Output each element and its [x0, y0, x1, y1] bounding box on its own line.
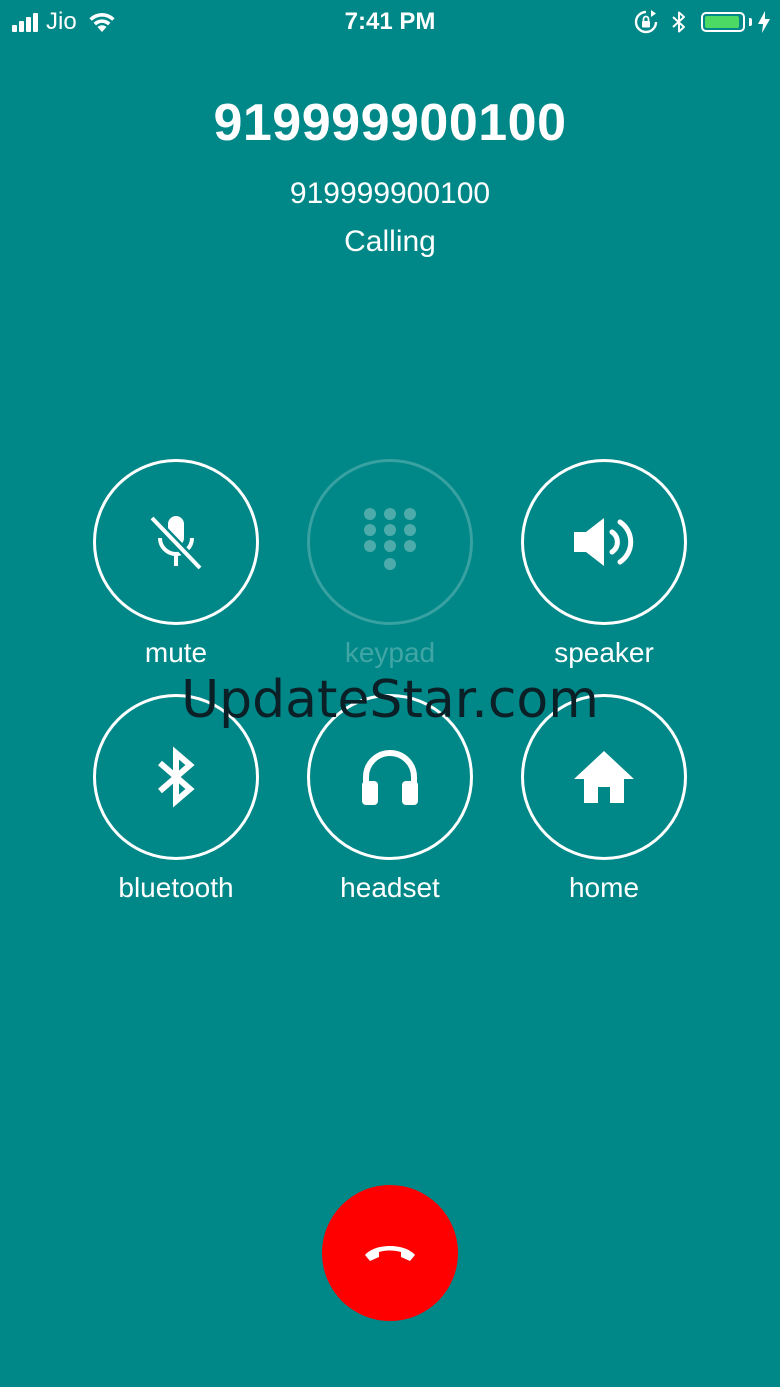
hang-up-phone-icon: [365, 1246, 415, 1261]
bluetooth-label: bluetooth: [118, 872, 234, 903]
headset-button-circle[interactable]: [307, 694, 473, 860]
speaker-button[interactable]: speaker: [494, 459, 714, 699]
speaker-label: speaker: [554, 637, 654, 668]
mute-label: mute: [144, 637, 208, 668]
call-status: Calling: [344, 225, 436, 258]
keypad-button-circle[interactable]: [307, 459, 473, 625]
mute-button[interactable]: mute: [66, 459, 286, 699]
house-icon: [574, 751, 634, 803]
microphone-muted-icon: [148, 514, 204, 572]
mute-button-circle[interactable]: [93, 459, 259, 625]
caller-number: 919999900100: [289, 177, 491, 210]
keypad-button[interactable]: keypad: [280, 459, 500, 699]
home-label: home: [568, 872, 640, 903]
caller-name: 919999900100: [213, 94, 567, 152]
headset-button[interactable]: headset: [280, 694, 500, 934]
battery-level-fill: [705, 16, 739, 28]
keypad-icon: [364, 508, 416, 570]
bluetooth-icon: [158, 746, 195, 808]
bluetooth-button-circle[interactable]: [93, 694, 259, 860]
status-bar-right: [633, 6, 770, 38]
bluetooth-button[interactable]: bluetooth: [66, 694, 286, 934]
end-call-button[interactable]: [322, 1185, 458, 1321]
home-button[interactable]: home: [494, 694, 714, 934]
headphones-icon: [362, 750, 418, 805]
call-screen: Jio 7:41 PM 919999900100 919999900100 Ca…: [0, 0, 780, 1387]
battery-tip: [749, 18, 752, 26]
headset-label: headset: [340, 872, 440, 903]
rotation-lock-icon: [634, 10, 658, 34]
bluetooth-icon: [672, 11, 685, 33]
battery-icon: [701, 12, 745, 32]
speaker-button-circle[interactable]: [521, 459, 687, 625]
speaker-icon: [574, 518, 634, 566]
home-button-circle[interactable]: [521, 694, 687, 860]
charging-bolt-icon: [758, 11, 770, 33]
status-bar: Jio 7:41 PM: [0, 0, 780, 44]
keypad-label: keypad: [344, 637, 436, 668]
